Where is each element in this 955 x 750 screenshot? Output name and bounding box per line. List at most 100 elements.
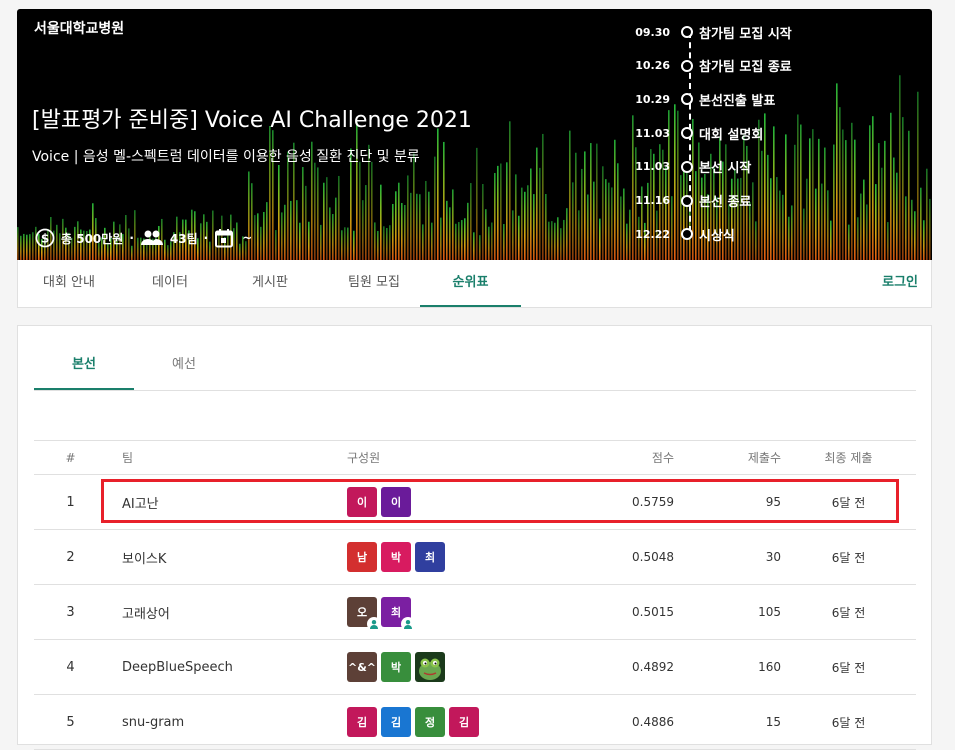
tab-board[interactable]: 게시판 (230, 260, 310, 307)
timeline-item: 10.26 참가팀 모집 종료 (632, 56, 792, 76)
prize-icon: $ (35, 228, 55, 248)
leaderboard-panel: 본선 예선 # 팀 구성원 점수 제출수 최종 제출 1 AI고난 이 이 0.5759… (17, 325, 932, 750)
team-name[interactable]: 보이스K (107, 529, 332, 585)
table-row[interactable]: 1 AI고난 이 이 0.5759 95 6달 전 (34, 474, 916, 530)
submissions-cell: 160 (674, 639, 781, 695)
contest-meta: $ 총 500만원 · 43팀 · ~ (35, 228, 252, 248)
header-score: 점수 (557, 440, 674, 475)
member-avatar[interactable] (415, 652, 445, 682)
member-avatar[interactable]: 최 (415, 542, 445, 572)
member-initial: 남 (356, 551, 368, 564)
member-avatar[interactable]: 이 (381, 487, 411, 517)
members-cell: ^&^ 박 (332, 639, 557, 695)
timeline-date: 12.22 (635, 227, 670, 241)
rank-cell: 4 (34, 639, 107, 695)
member-avatar[interactable]: 김 (347, 707, 377, 737)
timeline-date: 11.16 (635, 194, 670, 207)
submissions-cell: 95 (674, 474, 781, 530)
tab-finals[interactable]: 본선 (34, 344, 134, 390)
score-cell: 0.5015 (557, 584, 674, 640)
member-initial: 김 (458, 716, 470, 729)
member-avatar[interactable]: 최 (381, 597, 415, 631)
prize-amount: 총 500만원 (61, 231, 124, 246)
calendar-icon (214, 228, 234, 248)
frog-avatar-icon (415, 652, 445, 682)
tab-team-recruit[interactable]: 팀원 모집 (328, 260, 420, 307)
timeline-dot-icon (681, 228, 693, 241)
member-initial: 김 (390, 716, 402, 729)
leaderboard-table: # 팀 구성원 점수 제출수 최종 제출 1 AI고난 이 이 0.5759 95 6달 전… (34, 440, 916, 750)
timeline-dot-icon (681, 59, 693, 72)
round-tabs: 본선 예선 (34, 344, 916, 391)
rank-cell: 2 (34, 529, 107, 585)
member-avatar[interactable]: ^&^ (347, 652, 377, 682)
timeline-dot-icon (681, 26, 693, 38)
submissions-cell: 105 (674, 584, 781, 640)
member-avatar[interactable]: 박 (381, 542, 411, 572)
team-name[interactable]: 고래상어 (107, 584, 332, 640)
table-row[interactable]: 5 snu-gram 김 김 정 김 0.4886 15 6달 전 (34, 694, 916, 750)
member-avatar[interactable]: 오 (347, 597, 381, 631)
member-list: 김김정김 (347, 707, 557, 737)
members-cell: 오최 (332, 584, 557, 640)
score-cell: 0.4892 (557, 639, 674, 695)
member-initial: ^&^ (347, 660, 377, 674)
timeline-label: 본선진출 발표 (699, 93, 776, 109)
member-initial: 이 (356, 496, 368, 509)
member-avatar[interactable]: 남 (347, 542, 377, 572)
contest-subtitle: Voice | 음성 멜-스펙트럼 데이터를 이용한 음성 질환 진단 및 분류 (32, 149, 420, 165)
table-row[interactable]: 2 보이스K 남 박 최 0.5048 30 6달 전 (34, 529, 916, 585)
member-avatar[interactable]: 이 (347, 487, 377, 517)
timeline-label: 참가팀 모집 시작 (699, 26, 792, 42)
rank-cell: 1 (34, 474, 107, 530)
member-list: 남박최 (347, 542, 557, 572)
table-row[interactable]: 3 고래상어 오 최 0.5015 105 6달 전 (34, 584, 916, 640)
score-cell: 0.5048 (557, 529, 674, 585)
login-link[interactable]: 로그인 (882, 260, 918, 305)
rank-cell: 3 (34, 584, 107, 640)
member-list: 이이 (347, 487, 557, 517)
member-initial: 김 (356, 716, 368, 729)
timeline-label: 본선 종료 (699, 195, 752, 210)
timeline-item: 11.03 대회 설명회 (632, 123, 763, 143)
member-avatar[interactable]: 박 (381, 652, 411, 682)
tab-contest-info[interactable]: 대회 안내 (28, 260, 110, 307)
timeline-dot-icon (681, 160, 693, 173)
timeline-item: 11.03 본선 시작 (632, 157, 751, 177)
tab-data[interactable]: 데이터 (130, 260, 210, 307)
team-name[interactable]: snu-gram (107, 694, 332, 750)
timeline-label: 대회 설명회 (699, 127, 764, 143)
tab-leaderboard[interactable]: 순위표 (420, 260, 521, 307)
table-row[interactable]: 4 DeepBlueSpeech ^&^ 박 0.4892 160 6달 전 (34, 639, 916, 695)
timeline-dot-icon (681, 93, 693, 106)
team-name[interactable]: AI고난 (107, 474, 332, 530)
member-initial: 오 (356, 606, 368, 619)
timeline-label: 본선 시작 (699, 161, 752, 177)
timeline-item: 10.29 본선진출 발표 (632, 89, 775, 109)
header-members: 구성원 (332, 440, 557, 475)
audio-visualizer-graphic (17, 75, 931, 260)
timeline-date: 10.29 (635, 92, 670, 106)
member-initial: 최 (424, 551, 436, 564)
meta-separator: · (203, 231, 209, 245)
member-avatar[interactable]: 김 (381, 707, 411, 737)
contest-title: [발표평가 준비중] Voice AI Challenge 2021 (32, 108, 472, 133)
last-submission-cell: 6달 전 (781, 639, 916, 695)
meta-separator: · (129, 231, 134, 245)
member-avatar[interactable]: 김 (449, 707, 479, 737)
score-cell: 0.4886 (557, 694, 674, 750)
timeline-dot-icon (681, 194, 693, 207)
tab-preliminary[interactable]: 예선 (134, 344, 234, 390)
header-submissions: 제출수 (674, 440, 781, 475)
member-avatar[interactable]: 정 (415, 707, 445, 737)
contest-banner: 서울대학교병원 [발표평가 준비중] Voice AI Challenge 20… (17, 9, 932, 260)
timeline-date: 11.03 (635, 126, 670, 140)
team-name[interactable]: DeepBlueSpeech (107, 639, 332, 695)
last-submission-cell: 6달 전 (781, 474, 916, 530)
member-initial: 이 (390, 496, 402, 509)
member-list: 오최 (347, 597, 557, 631)
members-cell: 이이 (332, 474, 557, 530)
timeline-label: 참가팀 모집 종료 (699, 60, 792, 76)
timeline-date: 09.30 (635, 25, 670, 39)
member-list: ^&^ 박 (347, 652, 557, 682)
